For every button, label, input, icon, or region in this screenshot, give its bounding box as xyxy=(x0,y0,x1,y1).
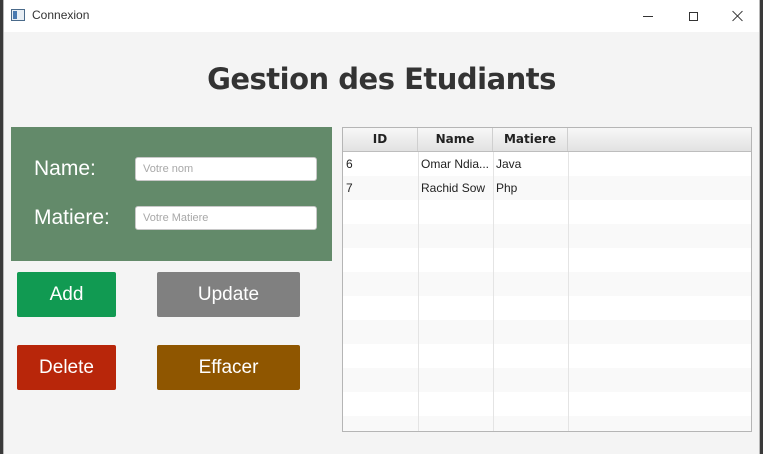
cell-id: 7 xyxy=(346,181,353,195)
student-form-panel: Name: Matiere: xyxy=(11,127,332,261)
table-row[interactable]: 7 Rachid Sow Php xyxy=(343,176,751,200)
column-header-filler xyxy=(568,128,751,151)
empty-row xyxy=(343,224,751,248)
close-button[interactable] xyxy=(715,0,761,32)
table-header: ID Name Matiere xyxy=(343,128,751,152)
empty-row xyxy=(343,392,751,416)
minimize-icon xyxy=(643,15,653,17)
app-icon xyxy=(11,9,25,21)
column-divider xyxy=(493,152,494,431)
maximize-icon xyxy=(688,11,698,21)
close-icon xyxy=(732,10,744,22)
column-divider xyxy=(418,152,419,431)
add-button[interactable]: Add xyxy=(17,272,116,317)
cell-matiere: Php xyxy=(496,181,518,195)
maximize-button[interactable] xyxy=(670,0,716,32)
matiere-input[interactable] xyxy=(135,206,317,230)
cell-name: Omar Ndia... xyxy=(421,157,490,171)
empty-row xyxy=(343,416,751,431)
empty-row xyxy=(343,320,751,344)
cell-matiere: Java xyxy=(496,157,522,171)
cell-id: 6 xyxy=(346,157,353,171)
app-window: Connexion Gestion des Etudiants Name: Ma… xyxy=(3,0,760,454)
matiere-label: Matiere: xyxy=(34,206,110,229)
column-divider xyxy=(568,152,569,431)
column-header-name[interactable]: Name xyxy=(418,128,493,151)
window-title: Connexion xyxy=(32,8,90,22)
column-header-id[interactable]: ID xyxy=(343,128,418,151)
empty-row xyxy=(343,248,751,272)
effacer-button[interactable]: Effacer xyxy=(157,345,300,390)
name-label: Name: xyxy=(34,157,96,180)
name-input[interactable] xyxy=(135,157,317,181)
delete-button[interactable]: Delete xyxy=(17,345,116,390)
empty-row xyxy=(343,296,751,320)
page-title: Gestion des Etudiants xyxy=(207,62,556,96)
column-header-matiere[interactable]: Matiere xyxy=(493,128,568,151)
minimize-button[interactable] xyxy=(625,0,671,32)
empty-row xyxy=(343,200,751,224)
empty-row xyxy=(343,368,751,392)
update-button[interactable]: Update xyxy=(157,272,300,317)
cell-name: Rachid Sow xyxy=(421,181,486,195)
students-table[interactable]: ID Name Matiere 6 Omar Ndia... Java 7 Ra… xyxy=(342,127,752,432)
empty-row xyxy=(343,272,751,296)
empty-row xyxy=(343,344,751,368)
title-bar[interactable]: Connexion xyxy=(4,0,759,32)
table-row[interactable]: 6 Omar Ndia... Java xyxy=(343,152,751,176)
